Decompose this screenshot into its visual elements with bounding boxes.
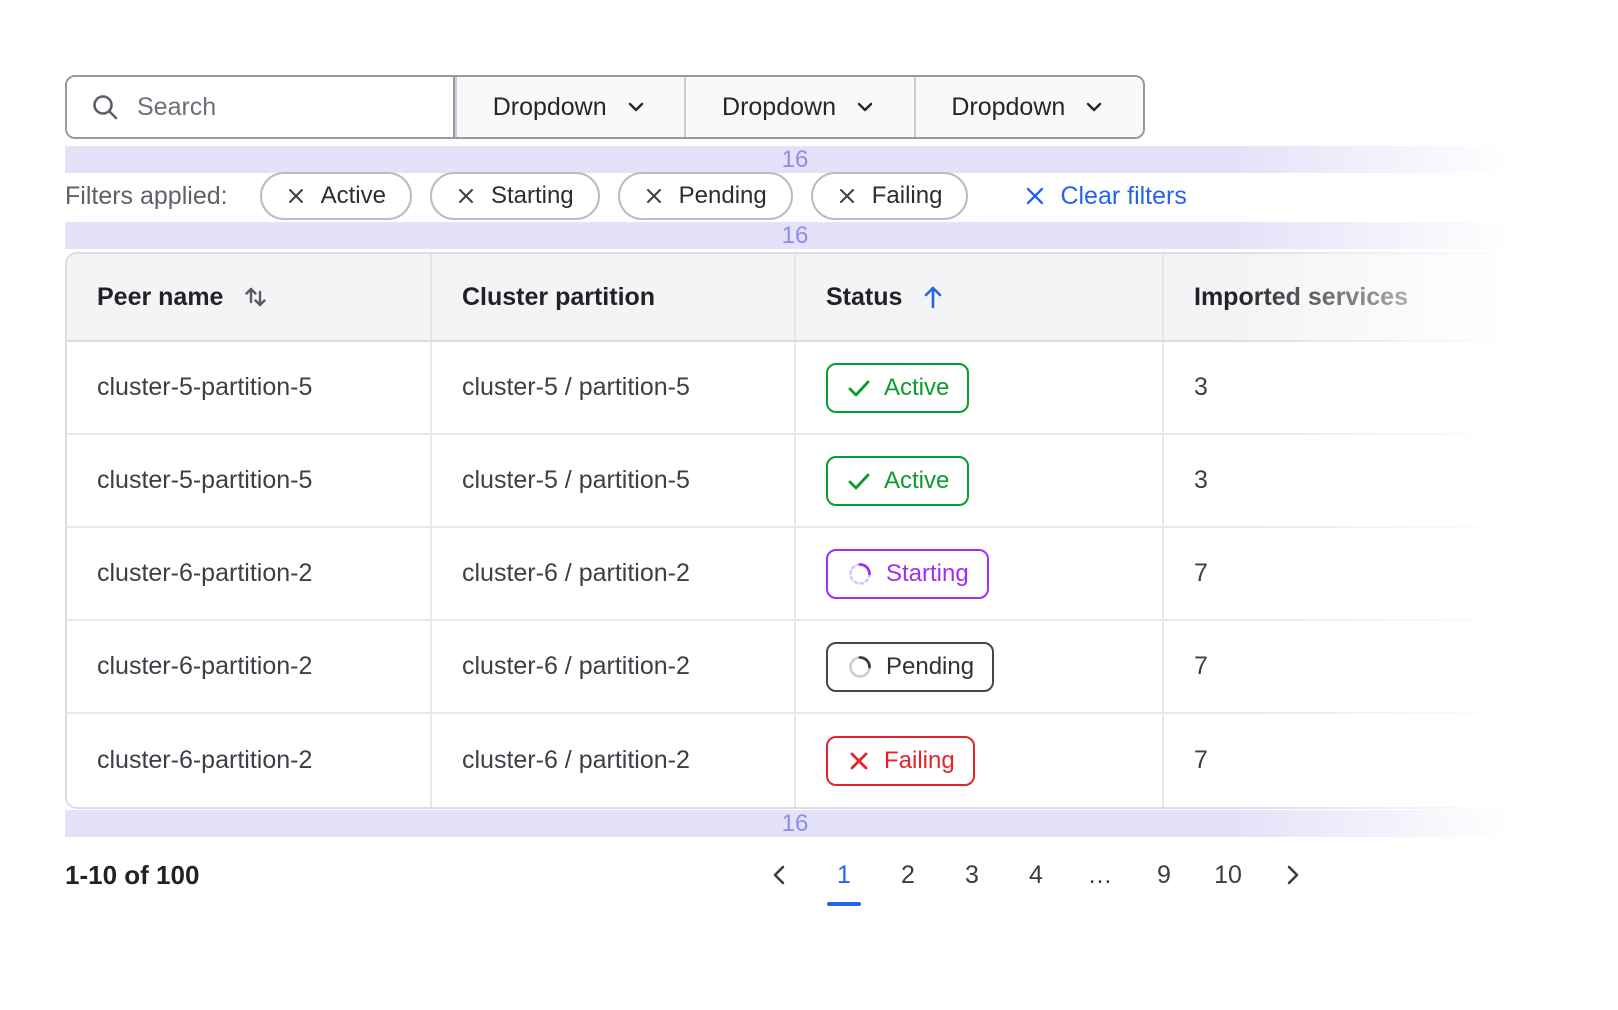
cluster-partition-cell: cluster-5 / partition-5 — [430, 342, 794, 433]
cluster-partition-cell: cluster-6 / partition-2 — [430, 528, 794, 619]
page: Dropdown Dropdown Dropdown — [0, 0, 1618, 1010]
page-number-2[interactable]: 2 — [876, 850, 940, 900]
check-icon — [846, 468, 872, 494]
cluster-partition-cell: cluster-6 / partition-2 — [430, 714, 794, 807]
column-header-imported-services: Imported services — [1162, 254, 1523, 340]
applied-filters-row: Filters applied: Active Starting — [65, 171, 1187, 221]
spinner-icon — [846, 653, 874, 681]
imported-services-cell: 7 — [1162, 714, 1523, 807]
dropdown-label: Dropdown — [722, 93, 836, 122]
page-number-9[interactable]: 9 — [1132, 850, 1196, 900]
table-row: cluster-5-partition-5 cluster-5 / partit… — [67, 435, 1523, 528]
clear-filters-x-icon — [1024, 185, 1046, 207]
column-header-cluster-partition: Cluster partition — [430, 254, 794, 340]
dropdown-label: Dropdown — [493, 93, 607, 122]
table-row: cluster-6-partition-2 cluster-6 / partit… — [67, 621, 1523, 714]
table-row: cluster-5-partition-5 cluster-5 / partit… — [67, 342, 1523, 435]
dropdown-button-2[interactable]: Dropdown — [684, 77, 913, 137]
peer-name-cell: cluster-5-partition-5 — [67, 342, 430, 433]
page-number-4[interactable]: 4 — [1004, 850, 1068, 900]
sort-ascending-arrow-icon[interactable] — [918, 282, 948, 312]
cluster-partition-cell: cluster-6 / partition-2 — [430, 621, 794, 712]
table-header-row: Peer name Cluster partition Status — [67, 254, 1523, 342]
status-badge-starting: Starting — [826, 549, 989, 599]
next-page-button[interactable] — [1260, 850, 1324, 900]
sort-updown-icon[interactable] — [239, 281, 271, 313]
peer-name-cell: cluster-6-partition-2 — [67, 528, 430, 619]
imported-services-cell: 7 — [1162, 528, 1523, 619]
peer-name-cell: cluster-6-partition-2 — [67, 621, 430, 712]
filter-chip-active[interactable]: Active — [260, 172, 412, 220]
page-number-1[interactable]: 1 — [812, 850, 876, 900]
spacing-marker-label: 16 — [782, 810, 809, 838]
remove-filter-icon[interactable] — [286, 186, 306, 206]
filter-chip-label: Active — [321, 182, 386, 210]
check-icon — [846, 375, 872, 401]
filter-chip-starting[interactable]: Starting — [430, 172, 600, 220]
status-cell: Pending — [794, 621, 1162, 712]
imported-services-cell: 3 — [1162, 435, 1523, 526]
cluster-partition-cell: cluster-5 / partition-5 — [430, 435, 794, 526]
search-box[interactable] — [67, 77, 455, 137]
search-filter-toolbar: Dropdown Dropdown Dropdown — [65, 75, 1145, 139]
table-row: cluster-6-partition-2 cluster-6 / partit… — [67, 714, 1523, 807]
spacing-marker-label: 16 — [782, 222, 809, 250]
column-header-status[interactable]: Status — [794, 254, 1162, 340]
imported-services-cell: 3 — [1162, 342, 1523, 433]
spacing-marker-label: 16 — [782, 146, 809, 174]
pagination-summary: 1-10 of 100 — [65, 860, 199, 891]
status-cell: Active — [794, 342, 1162, 433]
search-input[interactable] — [137, 93, 431, 122]
peer-name-cell: cluster-5-partition-5 — [67, 435, 430, 526]
status-cell: Failing — [794, 714, 1162, 807]
x-icon — [846, 748, 872, 774]
status-badge-pending: Pending — [826, 642, 994, 692]
page-ellipsis: … — [1068, 850, 1132, 900]
chevron-down-icon — [852, 94, 878, 120]
status-badge-active: Active — [826, 456, 969, 506]
column-header-peer-name[interactable]: Peer name — [67, 254, 430, 340]
spinner-icon — [846, 560, 874, 588]
remove-filter-icon[interactable] — [837, 186, 857, 206]
filter-chip-label: Failing — [872, 182, 943, 210]
filter-chip-failing[interactable]: Failing — [811, 172, 969, 220]
peers-table: Peer name Cluster partition Status — [65, 252, 1525, 809]
chevron-down-icon — [623, 94, 649, 120]
spacing-marker-bar: 16 — [65, 810, 1525, 837]
status-cell: Starting — [794, 528, 1162, 619]
clear-filters-label: Clear filters — [1060, 182, 1186, 211]
peer-name-cell: cluster-6-partition-2 — [67, 714, 430, 807]
filters-applied-label: Filters applied: — [65, 182, 228, 211]
filter-chip-label: Starting — [491, 182, 574, 210]
chevron-down-icon — [1081, 94, 1107, 120]
imported-services-cell: 7 — [1162, 621, 1523, 712]
remove-filter-icon[interactable] — [644, 186, 664, 206]
search-icon — [89, 91, 121, 123]
table-row: cluster-6-partition-2 cluster-6 / partit… — [67, 528, 1523, 621]
previous-page-button[interactable] — [748, 850, 812, 900]
status-cell: Active — [794, 435, 1162, 526]
status-badge-active: Active — [826, 363, 969, 413]
filter-chip-label: Pending — [679, 182, 767, 210]
filter-chip-pending[interactable]: Pending — [618, 172, 793, 220]
page-number-10[interactable]: 10 — [1196, 850, 1260, 900]
pagination-controls: 1 2 3 4 … 9 10 — [748, 850, 1324, 900]
dropdown-button-3[interactable]: Dropdown — [914, 77, 1143, 137]
clear-filters-button[interactable]: Clear filters — [1024, 182, 1186, 211]
status-badge-failing: Failing — [826, 736, 975, 786]
page-number-3[interactable]: 3 — [940, 850, 1004, 900]
spacing-marker-bar: 16 — [65, 146, 1525, 173]
remove-filter-icon[interactable] — [456, 186, 476, 206]
dropdown-label: Dropdown — [951, 93, 1065, 122]
spacing-marker-bar: 16 — [65, 222, 1525, 249]
dropdown-button-1[interactable]: Dropdown — [455, 77, 684, 137]
